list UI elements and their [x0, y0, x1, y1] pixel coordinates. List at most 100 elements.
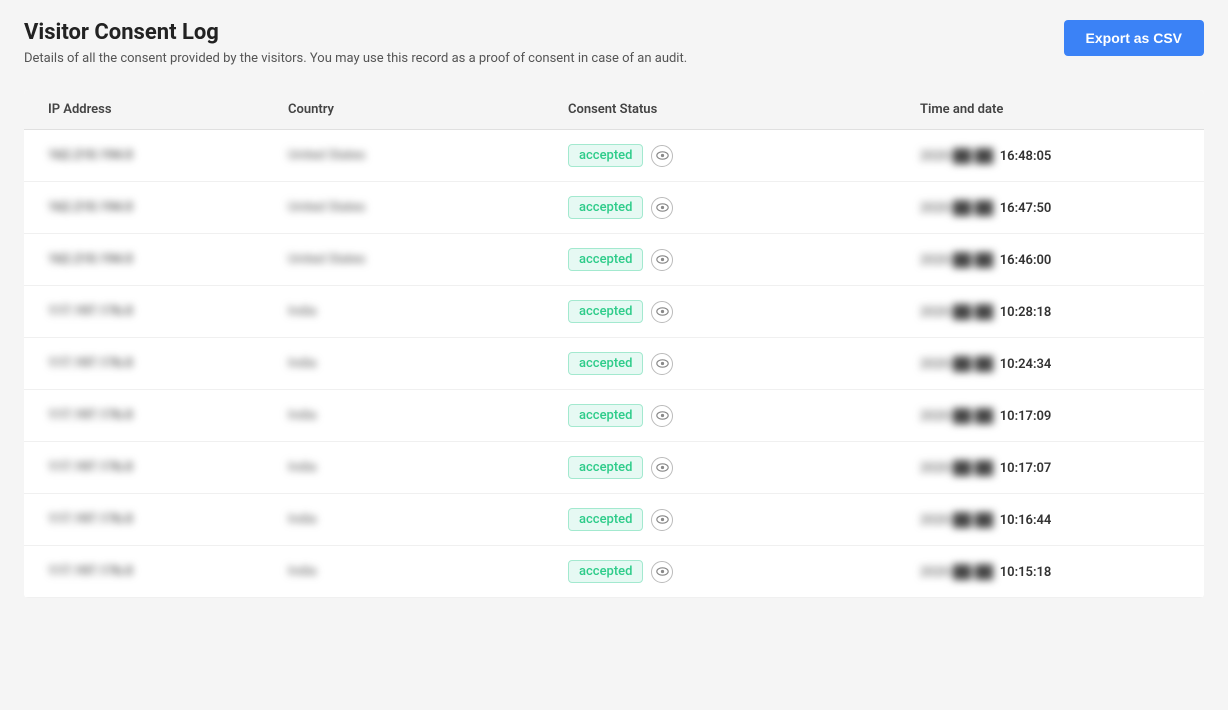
ip-blurred: 117.197.176.0: [48, 512, 133, 527]
header-text: Visitor Consent Log Details of all the c…: [24, 20, 687, 66]
view-details-icon[interactable]: [651, 509, 673, 531]
ip-blurred: 117.197.176.0: [48, 356, 133, 371]
ip-blurred: 117.197.176.0: [48, 460, 133, 475]
date-blurred: 2020-██-██: [920, 565, 993, 580]
ip-address-cell: 117.197.176.0: [48, 408, 288, 423]
country-blurred: India: [288, 564, 316, 579]
date-blurred: 2020-██-██: [920, 201, 993, 216]
country-cell: India: [288, 408, 568, 423]
status-badge: accepted: [568, 404, 643, 427]
country-cell: India: [288, 564, 568, 579]
date-blurred: 2020-██-██: [920, 357, 993, 372]
time-date-cell: 2020-██-██ 10:16:44: [920, 512, 1180, 528]
time-value: 10:17:07: [1000, 461, 1052, 476]
status-badge: accepted: [568, 560, 643, 583]
status-cell: accepted: [568, 508, 920, 531]
time-value: 16:46:00: [1000, 253, 1052, 268]
date-blurred: 2020-██-██: [920, 409, 993, 424]
table-row: 117.197.176.0 India accepted 2020-██-██ …: [24, 286, 1204, 338]
ip-address-cell: 117.197.176.0: [48, 304, 288, 319]
table-container: IP Address Country Consent Status Time a…: [24, 90, 1204, 598]
time-value: 10:15:18: [1000, 565, 1052, 580]
ip-blurred: 162.210.194.0: [48, 148, 133, 163]
col-header-time: Time and date: [920, 102, 1180, 117]
country-blurred: United States: [288, 148, 365, 163]
country-blurred: United States: [288, 200, 365, 215]
country-cell: India: [288, 356, 568, 371]
time-value: 10:28:18: [1000, 305, 1052, 320]
time-date-cell: 2020-██-██ 10:17:09: [920, 408, 1180, 424]
page-title: Visitor Consent Log: [24, 20, 687, 45]
country-cell: United States: [288, 148, 568, 163]
ip-address-cell: 117.197.176.0: [48, 460, 288, 475]
status-cell: accepted: [568, 456, 920, 479]
time-value: 16:47:50: [1000, 201, 1052, 216]
ip-address-cell: 162.210.194.0: [48, 148, 288, 163]
view-details-icon[interactable]: [651, 249, 673, 271]
time-date-cell: 2020-██-██ 10:24:34: [920, 356, 1180, 372]
status-cell: accepted: [568, 300, 920, 323]
time-date-cell: 2020-██-██ 16:47:50: [920, 200, 1180, 216]
table-row: 117.197.176.0 India accepted 2020-██-██ …: [24, 338, 1204, 390]
ip-address-cell: 162.210.194.0: [48, 200, 288, 215]
status-cell: accepted: [568, 352, 920, 375]
export-csv-button[interactable]: Export as CSV: [1064, 20, 1204, 56]
ip-address-cell: 117.197.176.0: [48, 512, 288, 527]
status-badge: accepted: [568, 248, 643, 271]
status-cell: accepted: [568, 248, 920, 271]
time-value: 10:16:44: [1000, 513, 1052, 528]
col-header-status: Consent Status: [568, 102, 920, 117]
view-details-icon[interactable]: [651, 561, 673, 583]
table-row: 162.210.194.0 United States accepted 202…: [24, 130, 1204, 182]
status-cell: accepted: [568, 144, 920, 167]
table-row: 162.210.194.0 United States accepted 202…: [24, 234, 1204, 286]
country-cell: United States: [288, 252, 568, 267]
table-row: 117.197.176.0 India accepted 2020-██-██ …: [24, 494, 1204, 546]
date-blurred: 2020-██-██: [920, 305, 993, 320]
status-cell: accepted: [568, 196, 920, 219]
status-badge: accepted: [568, 352, 643, 375]
status-badge: accepted: [568, 196, 643, 219]
country-cell: India: [288, 512, 568, 527]
view-details-icon[interactable]: [651, 353, 673, 375]
date-blurred: 2020-██-██: [920, 513, 993, 528]
time-value: 10:24:34: [1000, 357, 1052, 372]
view-details-icon[interactable]: [651, 145, 673, 167]
table-row: 117.197.176.0 India accepted 2020-██-██ …: [24, 546, 1204, 598]
view-details-icon[interactable]: [651, 301, 673, 323]
status-badge: accepted: [568, 456, 643, 479]
table-body: 162.210.194.0 United States accepted 202…: [24, 130, 1204, 598]
ip-address-cell: 162.210.194.0: [48, 252, 288, 267]
ip-blurred: 162.210.194.0: [48, 200, 133, 215]
country-blurred: United States: [288, 252, 365, 267]
country-cell: United States: [288, 200, 568, 215]
ip-address-cell: 117.197.176.0: [48, 564, 288, 579]
country-blurred: India: [288, 460, 316, 475]
view-details-icon[interactable]: [651, 197, 673, 219]
time-date-cell: 2020-██-██ 16:48:05: [920, 148, 1180, 164]
ip-blurred: 162.210.194.0: [48, 252, 133, 267]
ip-address-cell: 117.197.176.0: [48, 356, 288, 371]
status-cell: accepted: [568, 560, 920, 583]
col-header-country: Country: [288, 102, 568, 117]
page-container: Visitor Consent Log Details of all the c…: [0, 0, 1228, 618]
ip-blurred: 117.197.176.0: [48, 408, 133, 423]
header-row: Visitor Consent Log Details of all the c…: [24, 20, 1204, 66]
time-date-cell: 2020-██-██ 10:28:18: [920, 304, 1180, 320]
date-blurred: 2020-██-██: [920, 149, 993, 164]
time-date-cell: 2020-██-██ 10:17:07: [920, 460, 1180, 476]
country-cell: India: [288, 304, 568, 319]
country-cell: India: [288, 460, 568, 475]
country-blurred: India: [288, 356, 316, 371]
table-row: 117.197.176.0 India accepted 2020-██-██ …: [24, 442, 1204, 494]
time-date-cell: 2020-██-██ 10:15:18: [920, 564, 1180, 580]
page-subtitle: Details of all the consent provided by t…: [24, 51, 687, 66]
view-details-icon[interactable]: [651, 457, 673, 479]
ip-blurred: 117.197.176.0: [48, 564, 133, 579]
country-blurred: India: [288, 408, 316, 423]
date-blurred: 2020-██-██: [920, 461, 993, 476]
time-date-cell: 2020-██-██ 16:46:00: [920, 252, 1180, 268]
ip-blurred: 117.197.176.0: [48, 304, 133, 319]
country-blurred: India: [288, 304, 316, 319]
view-details-icon[interactable]: [651, 405, 673, 427]
